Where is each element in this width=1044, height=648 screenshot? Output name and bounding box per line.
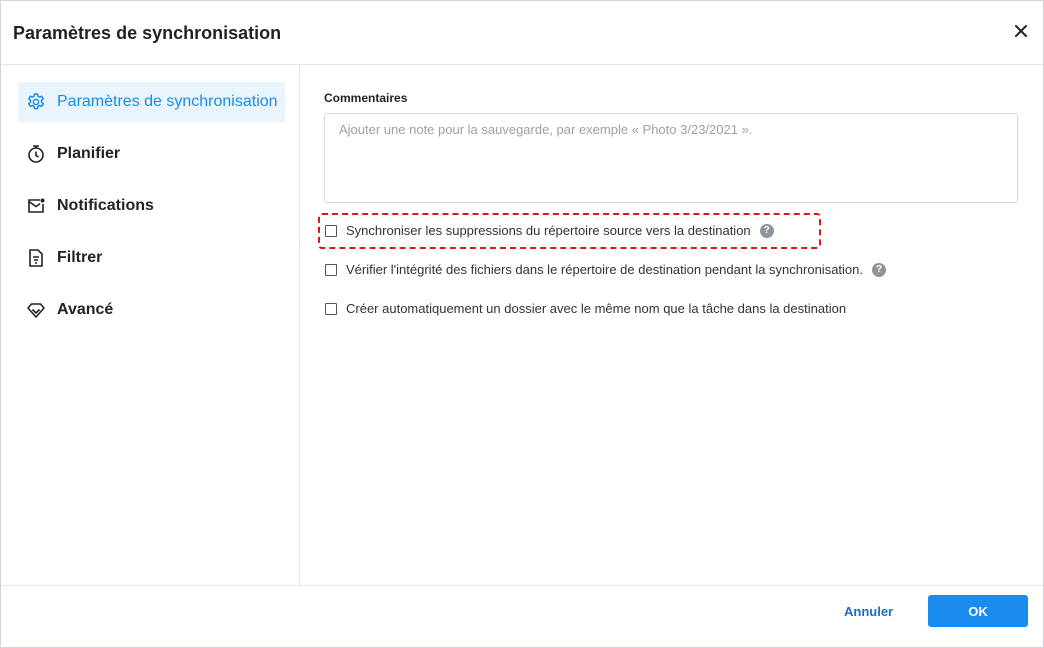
option-create-folder: Créer automatiquement un dossier avec le… [325, 301, 846, 316]
option-label: Vérifier l'intégrité des fichiers dans l… [346, 262, 863, 277]
verify-integrity-checkbox[interactable] [325, 263, 337, 276]
dialog-header: Paramètres de synchronisation [1, 1, 1043, 65]
comments-label: Commentaires [324, 91, 408, 105]
sync-settings-dialog: Paramètres de synchronisation Paramètres… [0, 0, 1044, 648]
sidebar-item-notifications[interactable]: Notifications [18, 186, 285, 226]
dialog-title: Paramètres de synchronisation [13, 23, 282, 43]
comments-input[interactable] [324, 113, 1018, 203]
sync-deletions-checkbox[interactable] [325, 224, 337, 237]
dialog-footer: Annuler OK [1, 585, 1043, 647]
sidebar-item-advanced[interactable]: Avancé [18, 290, 285, 330]
close-icon[interactable] [1013, 23, 1029, 39]
sidebar-item-label: Avancé [57, 301, 114, 318]
sidebar-item-schedule[interactable]: Planifier [18, 134, 285, 174]
sidebar-item-label: Notifications [57, 197, 154, 214]
help-icon[interactable]: ? [759, 223, 774, 238]
ok-button[interactable]: OK [928, 595, 1028, 627]
create-folder-checkbox[interactable] [325, 302, 337, 315]
option-verify-integrity: Vérifier l'intégrité des fichiers dans l… [325, 262, 886, 277]
settings-panel: Commentaires Synchroniser les suppressio… [301, 65, 1043, 585]
sidebar: Paramètres de synchronisation Planifier … [1, 65, 300, 585]
sidebar-item-label: Filtrer [57, 249, 103, 266]
diamond-icon [25, 299, 47, 321]
cancel-button[interactable]: Annuler [844, 604, 893, 619]
option-label: Synchroniser les suppressions du réperto… [346, 223, 751, 238]
option-sync-deletions: Synchroniser les suppressions du réperto… [325, 223, 774, 238]
sidebar-item-label: Planifier [57, 145, 121, 162]
option-label: Créer automatiquement un dossier avec le… [346, 301, 847, 316]
sidebar-item-sync-settings[interactable]: Paramètres de synchronisation [18, 82, 285, 122]
help-icon[interactable]: ? [872, 262, 886, 277]
gear-icon [25, 91, 47, 113]
document-filter-icon [25, 247, 47, 269]
mail-notification-icon [25, 195, 47, 217]
sidebar-item-label: Paramètres de synchronisation [57, 93, 278, 110]
sidebar-item-filter[interactable]: Filtrer [18, 238, 285, 278]
stopwatch-icon [25, 143, 47, 165]
